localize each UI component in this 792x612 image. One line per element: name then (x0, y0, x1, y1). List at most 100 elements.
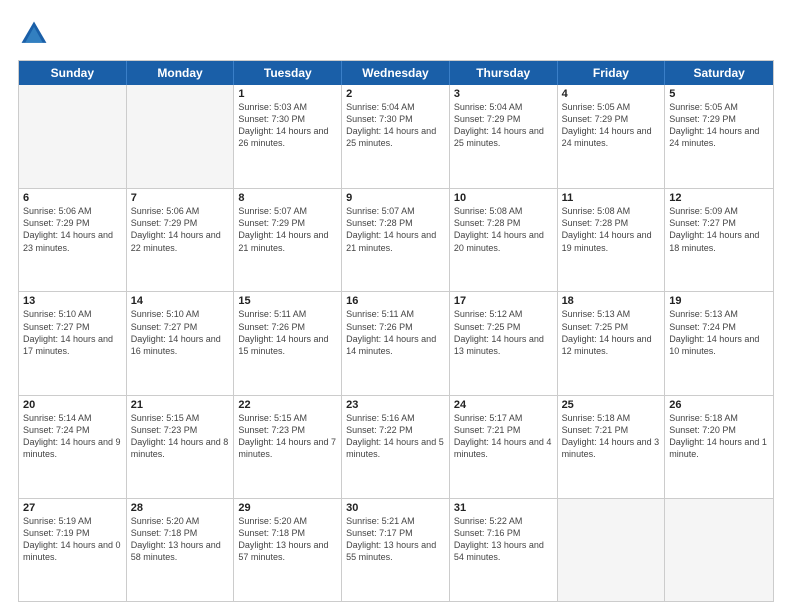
day-number: 31 (454, 502, 553, 514)
calendar-cell: 5Sunrise: 5:05 AM Sunset: 7:29 PM Daylig… (665, 85, 773, 188)
day-number: 17 (454, 295, 553, 307)
day-info: Sunrise: 5:15 AM Sunset: 7:23 PM Dayligh… (131, 412, 230, 461)
calendar-cell: 23Sunrise: 5:16 AM Sunset: 7:22 PM Dayli… (342, 396, 450, 498)
calendar-row-1: 1Sunrise: 5:03 AM Sunset: 7:30 PM Daylig… (19, 85, 773, 188)
day-number: 24 (454, 399, 553, 411)
calendar: SundayMondayTuesdayWednesdayThursdayFrid… (18, 60, 774, 602)
calendar-cell: 4Sunrise: 5:05 AM Sunset: 7:29 PM Daylig… (558, 85, 666, 188)
calendar-cell: 7Sunrise: 5:06 AM Sunset: 7:29 PM Daylig… (127, 189, 235, 291)
calendar-cell: 24Sunrise: 5:17 AM Sunset: 7:21 PM Dayli… (450, 396, 558, 498)
calendar-cell: 2Sunrise: 5:04 AM Sunset: 7:30 PM Daylig… (342, 85, 450, 188)
day-number: 27 (23, 502, 122, 514)
day-number: 12 (669, 192, 769, 204)
day-info: Sunrise: 5:11 AM Sunset: 7:26 PM Dayligh… (238, 308, 337, 357)
calendar-cell: 13Sunrise: 5:10 AM Sunset: 7:27 PM Dayli… (19, 292, 127, 394)
day-info: Sunrise: 5:20 AM Sunset: 7:18 PM Dayligh… (238, 515, 337, 564)
day-info: Sunrise: 5:09 AM Sunset: 7:27 PM Dayligh… (669, 205, 769, 254)
header-day-monday: Monday (127, 61, 235, 85)
day-info: Sunrise: 5:08 AM Sunset: 7:28 PM Dayligh… (454, 205, 553, 254)
day-info: Sunrise: 5:12 AM Sunset: 7:25 PM Dayligh… (454, 308, 553, 357)
logo (18, 18, 54, 50)
calendar-cell: 18Sunrise: 5:13 AM Sunset: 7:25 PM Dayli… (558, 292, 666, 394)
day-number: 28 (131, 502, 230, 514)
day-number: 22 (238, 399, 337, 411)
day-info: Sunrise: 5:06 AM Sunset: 7:29 PM Dayligh… (23, 205, 122, 254)
calendar-cell (127, 85, 235, 188)
calendar-cell: 12Sunrise: 5:09 AM Sunset: 7:27 PM Dayli… (665, 189, 773, 291)
header-day-saturday: Saturday (665, 61, 773, 85)
day-info: Sunrise: 5:11 AM Sunset: 7:26 PM Dayligh… (346, 308, 445, 357)
header-day-wednesday: Wednesday (342, 61, 450, 85)
day-info: Sunrise: 5:21 AM Sunset: 7:17 PM Dayligh… (346, 515, 445, 564)
calendar-row-5: 27Sunrise: 5:19 AM Sunset: 7:19 PM Dayli… (19, 498, 773, 601)
calendar-cell: 29Sunrise: 5:20 AM Sunset: 7:18 PM Dayli… (234, 499, 342, 601)
page: SundayMondayTuesdayWednesdayThursdayFrid… (0, 0, 792, 612)
day-number: 6 (23, 192, 122, 204)
calendar-cell: 16Sunrise: 5:11 AM Sunset: 7:26 PM Dayli… (342, 292, 450, 394)
calendar-row-4: 20Sunrise: 5:14 AM Sunset: 7:24 PM Dayli… (19, 395, 773, 498)
day-number: 2 (346, 88, 445, 100)
day-info: Sunrise: 5:05 AM Sunset: 7:29 PM Dayligh… (562, 101, 661, 150)
header-day-sunday: Sunday (19, 61, 127, 85)
header (18, 18, 774, 50)
calendar-cell: 27Sunrise: 5:19 AM Sunset: 7:19 PM Dayli… (19, 499, 127, 601)
calendar-row-3: 13Sunrise: 5:10 AM Sunset: 7:27 PM Dayli… (19, 291, 773, 394)
calendar-cell (665, 499, 773, 601)
day-info: Sunrise: 5:07 AM Sunset: 7:28 PM Dayligh… (346, 205, 445, 254)
day-number: 21 (131, 399, 230, 411)
day-number: 8 (238, 192, 337, 204)
calendar-cell: 1Sunrise: 5:03 AM Sunset: 7:30 PM Daylig… (234, 85, 342, 188)
calendar-cell: 6Sunrise: 5:06 AM Sunset: 7:29 PM Daylig… (19, 189, 127, 291)
day-number: 5 (669, 88, 769, 100)
header-day-friday: Friday (558, 61, 666, 85)
day-info: Sunrise: 5:04 AM Sunset: 7:30 PM Dayligh… (346, 101, 445, 150)
day-info: Sunrise: 5:19 AM Sunset: 7:19 PM Dayligh… (23, 515, 122, 564)
day-number: 19 (669, 295, 769, 307)
day-info: Sunrise: 5:10 AM Sunset: 7:27 PM Dayligh… (23, 308, 122, 357)
calendar-cell: 25Sunrise: 5:18 AM Sunset: 7:21 PM Dayli… (558, 396, 666, 498)
day-info: Sunrise: 5:14 AM Sunset: 7:24 PM Dayligh… (23, 412, 122, 461)
day-info: Sunrise: 5:20 AM Sunset: 7:18 PM Dayligh… (131, 515, 230, 564)
calendar-cell: 17Sunrise: 5:12 AM Sunset: 7:25 PM Dayli… (450, 292, 558, 394)
calendar-cell: 30Sunrise: 5:21 AM Sunset: 7:17 PM Dayli… (342, 499, 450, 601)
day-number: 16 (346, 295, 445, 307)
day-number: 20 (23, 399, 122, 411)
day-info: Sunrise: 5:06 AM Sunset: 7:29 PM Dayligh… (131, 205, 230, 254)
calendar-cell: 20Sunrise: 5:14 AM Sunset: 7:24 PM Dayli… (19, 396, 127, 498)
calendar-cell: 21Sunrise: 5:15 AM Sunset: 7:23 PM Dayli… (127, 396, 235, 498)
day-number: 14 (131, 295, 230, 307)
day-number: 10 (454, 192, 553, 204)
day-number: 26 (669, 399, 769, 411)
day-number: 11 (562, 192, 661, 204)
day-info: Sunrise: 5:13 AM Sunset: 7:24 PM Dayligh… (669, 308, 769, 357)
day-info: Sunrise: 5:07 AM Sunset: 7:29 PM Dayligh… (238, 205, 337, 254)
day-info: Sunrise: 5:08 AM Sunset: 7:28 PM Dayligh… (562, 205, 661, 254)
calendar-cell: 11Sunrise: 5:08 AM Sunset: 7:28 PM Dayli… (558, 189, 666, 291)
calendar-cell: 31Sunrise: 5:22 AM Sunset: 7:16 PM Dayli… (450, 499, 558, 601)
day-info: Sunrise: 5:10 AM Sunset: 7:27 PM Dayligh… (131, 308, 230, 357)
day-number: 13 (23, 295, 122, 307)
day-number: 23 (346, 399, 445, 411)
day-info: Sunrise: 5:05 AM Sunset: 7:29 PM Dayligh… (669, 101, 769, 150)
calendar-cell: 14Sunrise: 5:10 AM Sunset: 7:27 PM Dayli… (127, 292, 235, 394)
header-day-thursday: Thursday (450, 61, 558, 85)
day-info: Sunrise: 5:18 AM Sunset: 7:20 PM Dayligh… (669, 412, 769, 461)
calendar-body: 1Sunrise: 5:03 AM Sunset: 7:30 PM Daylig… (19, 85, 773, 601)
day-info: Sunrise: 5:13 AM Sunset: 7:25 PM Dayligh… (562, 308, 661, 357)
day-number: 7 (131, 192, 230, 204)
day-number: 3 (454, 88, 553, 100)
header-day-tuesday: Tuesday (234, 61, 342, 85)
day-number: 1 (238, 88, 337, 100)
calendar-row-2: 6Sunrise: 5:06 AM Sunset: 7:29 PM Daylig… (19, 188, 773, 291)
day-number: 30 (346, 502, 445, 514)
calendar-cell: 9Sunrise: 5:07 AM Sunset: 7:28 PM Daylig… (342, 189, 450, 291)
calendar-cell: 22Sunrise: 5:15 AM Sunset: 7:23 PM Dayli… (234, 396, 342, 498)
day-info: Sunrise: 5:03 AM Sunset: 7:30 PM Dayligh… (238, 101, 337, 150)
day-info: Sunrise: 5:18 AM Sunset: 7:21 PM Dayligh… (562, 412, 661, 461)
calendar-header: SundayMondayTuesdayWednesdayThursdayFrid… (19, 61, 773, 85)
logo-icon (18, 18, 50, 50)
calendar-cell: 8Sunrise: 5:07 AM Sunset: 7:29 PM Daylig… (234, 189, 342, 291)
calendar-cell: 15Sunrise: 5:11 AM Sunset: 7:26 PM Dayli… (234, 292, 342, 394)
calendar-cell (19, 85, 127, 188)
day-number: 29 (238, 502, 337, 514)
